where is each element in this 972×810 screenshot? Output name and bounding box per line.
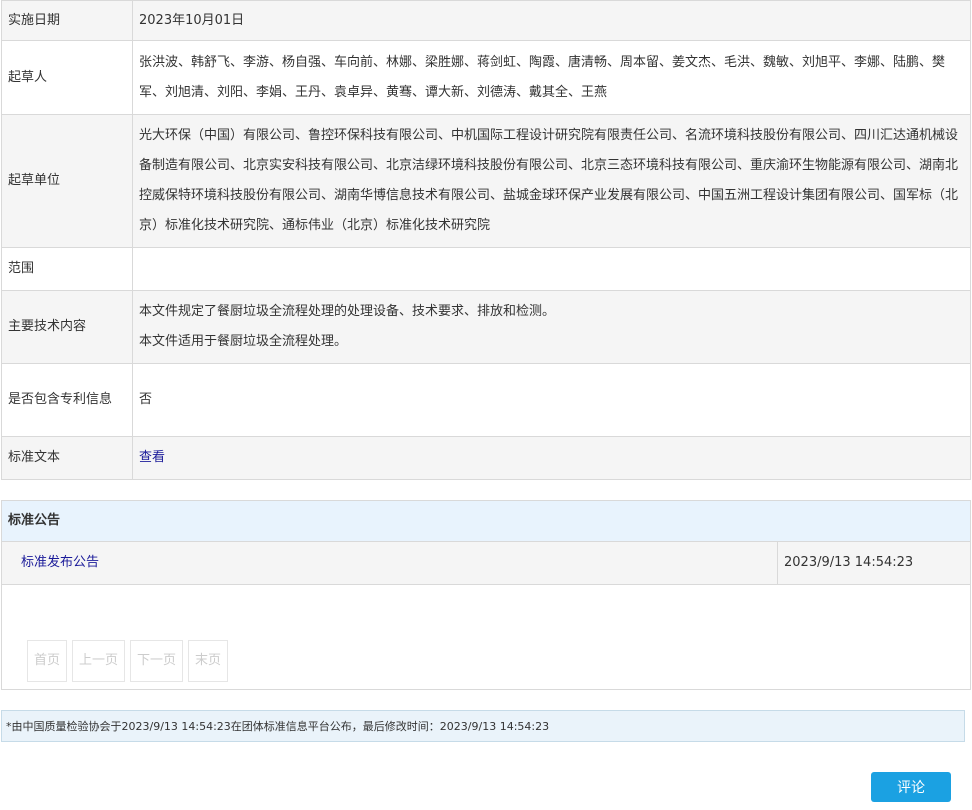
drafters-label: 起草人 [1, 40, 133, 115]
notice-header: 标准公告 [2, 501, 970, 542]
implement-date-value: 2023年10月01日 [132, 0, 971, 41]
row-drafters: 起草人 张洪波、韩舒飞、李游、杨自强、车向前、林娜、梁胜娜、蒋剑虹、陶霞、唐清畅… [1, 40, 971, 115]
implement-date-label: 实施日期 [1, 0, 133, 41]
first-page-button[interactable]: 首页 [27, 640, 68, 682]
drafters-value: 张洪波、韩舒飞、李游、杨自强、车向前、林娜、梁胜娜、蒋剑虹、陶霞、唐清畅、周本留… [132, 40, 971, 115]
standard-info-table: 实施日期 2023年10月01日 起草人 张洪波、韩舒飞、李游、杨自强、车向前、… [1, 0, 971, 480]
main-content-label: 主要技术内容 [1, 290, 133, 364]
row-implement-date: 实施日期 2023年10月01日 [1, 0, 971, 41]
row-scope: 范围 [1, 247, 971, 291]
last-page-button[interactable]: 末页 [188, 640, 229, 682]
table-row: 标准发布公告 2023/9/13 14:54:23 [2, 542, 970, 585]
patent-value: 否 [132, 363, 971, 437]
main-content-line-1: 本文件规定了餐厨垃圾全流程处理的处理设备、技术要求、排放和检测。 [139, 304, 556, 319]
row-standard-text: 标准文本 查看 [1, 436, 971, 480]
notice-link[interactable]: 标准发布公告 [21, 555, 99, 570]
comment-button[interactable]: 评论 [871, 772, 951, 802]
drafting-units-value: 光大环保（中国）有限公司、鲁控环保科技有限公司、中机国际工程设计研究院有限责任公… [132, 114, 971, 248]
standard-notice-panel: 标准公告 标准发布公告 2023/9/13 14:54:23 首页 上一页 下一… [1, 500, 971, 690]
main-content-line-2: 本文件适用于餐厨垃圾全流程处理。 [139, 334, 348, 349]
notice-title-cell: 标准发布公告 [2, 542, 778, 584]
main-content-value: 本文件规定了餐厨垃圾全流程处理的处理设备、技术要求、排放和检测。 本文件适用于餐… [132, 290, 971, 364]
row-main-content: 主要技术内容 本文件规定了餐厨垃圾全流程处理的处理设备、技术要求、排放和检测。 … [1, 290, 971, 364]
drafting-units-label: 起草单位 [1, 114, 133, 248]
row-drafting-units: 起草单位 光大环保（中国）有限公司、鲁控环保科技有限公司、中机国际工程设计研究院… [1, 114, 971, 248]
next-page-button[interactable]: 下一页 [130, 640, 184, 682]
notice-time: 2023/9/13 14:54:23 [784, 555, 914, 570]
scope-value [132, 247, 971, 291]
pagination: 首页 上一页 下一页 末页 [27, 640, 233, 682]
row-patent: 是否包含专利信息 否 [1, 363, 971, 437]
publish-info-bar: *由中国质量检验协会于2023/9/13 14:54:23在团体标准信息平台公布… [1, 710, 965, 742]
scope-label: 范围 [1, 247, 133, 291]
patent-label: 是否包含专利信息 [1, 363, 133, 437]
standard-text-label: 标准文本 [1, 436, 133, 480]
prev-page-button[interactable]: 上一页 [72, 640, 126, 682]
standard-text-cell: 查看 [132, 436, 971, 480]
view-standard-link[interactable]: 查看 [139, 450, 165, 465]
